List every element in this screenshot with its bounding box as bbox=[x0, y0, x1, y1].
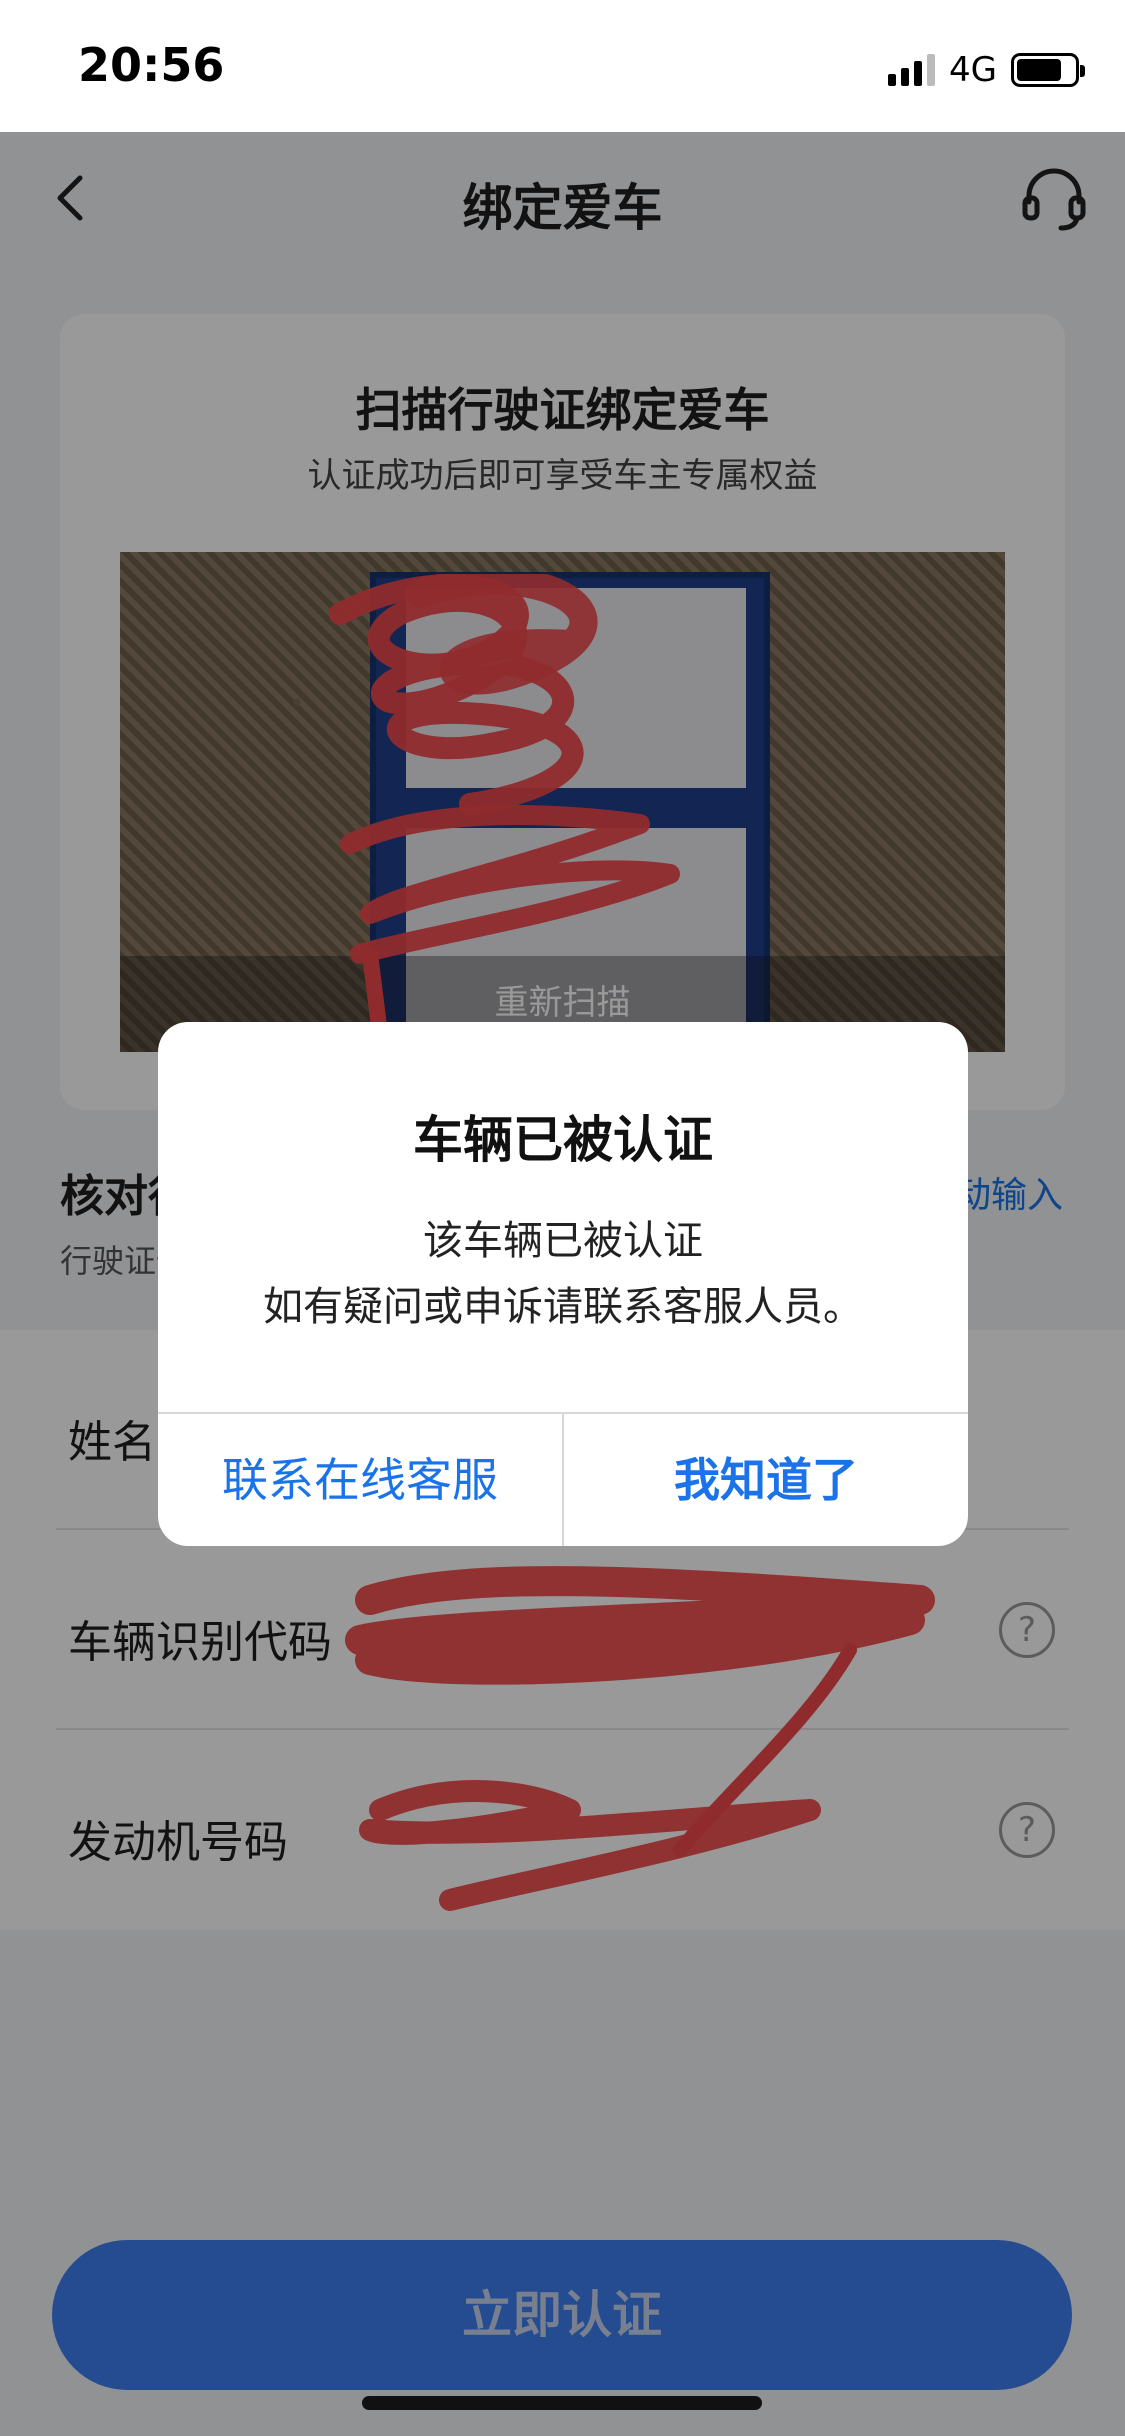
dialog-message: 该车辆已被认证 如有疑问或申诉请联系客服人员。 bbox=[158, 1208, 968, 1340]
status-icons: 4G bbox=[888, 50, 1085, 90]
dialog-title: 车辆已被认证 bbox=[413, 1111, 713, 1169]
battery-icon bbox=[1011, 53, 1085, 87]
vehicle-verified-dialog: 车辆已被认证 该车辆已被认证 如有疑问或申诉请联系客服人员。 联系在线客服 我知… bbox=[158, 1022, 968, 1546]
signal-icon bbox=[888, 54, 936, 86]
dialog-message-line-2: 如有疑问或申诉请联系客服人员。 bbox=[263, 1284, 863, 1330]
status-time: 20:56 bbox=[78, 38, 225, 92]
status-bar: 20:56 4G bbox=[0, 0, 1125, 132]
home-indicator bbox=[362, 2396, 762, 2410]
contact-support-button[interactable]: 联系在线客服 bbox=[158, 1414, 562, 1546]
dialog-actions: 联系在线客服 我知道了 bbox=[158, 1412, 968, 1546]
got-it-button[interactable]: 我知道了 bbox=[564, 1414, 968, 1546]
network-type: 4G bbox=[949, 50, 997, 90]
dialog-message-line-1: 该车辆已被认证 bbox=[423, 1218, 703, 1264]
